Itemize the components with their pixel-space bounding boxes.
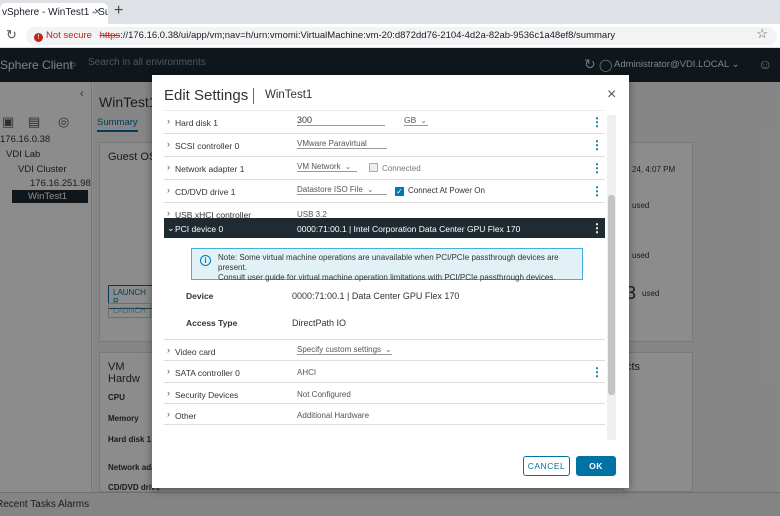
- chevron-right-icon[interactable]: ›: [167, 116, 170, 126]
- row-network-adapter: › Network adapter 1 VM Network ⌄ Connecte…: [164, 157, 605, 180]
- row-pci-device-expanded[interactable]: ⌄ PCI device 0 0000:71:00.1 | Intel Corp…: [164, 218, 605, 238]
- ok-button[interactable]: OK: [576, 456, 616, 476]
- access-type-value: DirectPath IO: [292, 318, 347, 328]
- row-video-card: › Video card Specify custom settings ⌄: [164, 340, 605, 361]
- bookmark-star-icon[interactable]: ☆: [756, 26, 768, 42]
- network-label: Network adapter 1: [175, 164, 245, 174]
- row-scsi-controller: › SCSI controller 0 VMware Paravirtual ⋮: [164, 134, 605, 157]
- row-actions-icon[interactable]: ⋮: [591, 115, 603, 129]
- reload-icon[interactable]: ↻: [6, 28, 17, 42]
- hard-disk-size-input[interactable]: 300: [297, 115, 385, 126]
- url-field[interactable]: ! Not secure https://176.16.0.38/ui/app/v…: [26, 27, 777, 45]
- connect-at-power-on-label: Connect At Power On: [408, 186, 485, 195]
- hard-disk-label: Hard disk 1: [175, 118, 218, 128]
- chevron-right-icon[interactable]: ›: [167, 366, 170, 376]
- browser-tab[interactable]: vSphere - WinTest1 - Summary ×: [0, 3, 108, 24]
- hard-disk-unit-value: GB: [404, 115, 417, 125]
- sata-label: SATA controller 0: [175, 368, 240, 378]
- note-line-1: Note: Some virtual machine operations ar…: [218, 253, 559, 272]
- connect-at-power-on-checkbox[interactable]: ✓ Connect At Power On: [395, 186, 485, 196]
- row-usb-controller: › USB xHCI controller USB 3.2: [164, 203, 605, 220]
- pci-value: 0000:71:00.1 | Intel Corporation Data Ce…: [297, 224, 521, 234]
- security-label: Not secure: [46, 30, 92, 41]
- address-bar-row: ↻ ! Not secure https://176.16.0.38/ui/app…: [0, 24, 780, 48]
- row-actions-icon[interactable]: ⋮: [591, 138, 603, 152]
- note-line-2: Consult user guide for virtual machine o…: [218, 273, 556, 282]
- network-select[interactable]: VM Network ⌄: [297, 162, 357, 172]
- row-sata-controller: › SATA controller 0 AHCI ⋮: [164, 361, 605, 383]
- info-icon: i: [200, 255, 211, 266]
- title-divider: [253, 88, 254, 104]
- hard-disk-unit-select[interactable]: GB ⌄: [404, 115, 428, 126]
- connected-checkbox[interactable]: Connected: [369, 163, 421, 173]
- video-label: Video card: [175, 347, 216, 357]
- scrollbar-thumb[interactable]: [608, 195, 615, 395]
- pci-label: PCI device 0: [175, 224, 224, 234]
- row-actions-icon[interactable]: ⋮: [591, 221, 603, 235]
- scsi-type-value: VMware Paravirtual: [297, 139, 367, 148]
- pci-device-details: i Note: Some virtual machine operations …: [164, 238, 605, 340]
- cddvd-type-select[interactable]: Datastore ISO File ⌄: [297, 185, 387, 195]
- hard-disk-size-value: 300: [297, 115, 313, 125]
- security-value: Not Configured: [297, 390, 351, 399]
- url-path: ://176.16.0.38/ui/app/vm;nav=h/urn:vmomi…: [120, 30, 616, 41]
- close-icon[interactable]: ×: [607, 87, 616, 103]
- new-tab-button[interactable]: +: [114, 3, 123, 19]
- tab-close-icon[interactable]: ×: [94, 7, 100, 18]
- edit-settings-dialog: Edit Settings WinTest1 × › Hard disk 1 3…: [152, 75, 629, 488]
- checkmark-icon: ✓: [395, 187, 404, 196]
- video-value: Specify custom settings: [297, 345, 382, 354]
- cddvd-label: CD/DVD drive 1: [175, 187, 236, 197]
- row-security-devices: › Security Devices Not Configured: [164, 383, 605, 404]
- chevron-right-icon[interactable]: ›: [167, 162, 170, 172]
- url-scheme: https: [99, 30, 121, 41]
- passthrough-note: i Note: Some virtual machine operations …: [191, 248, 583, 282]
- connected-label: Connected: [382, 164, 421, 173]
- device-label: Device: [186, 291, 214, 301]
- access-type-label: Access Type: [186, 318, 238, 328]
- row-cddvd-drive: › CD/DVD drive 1 Datastore ISO File ⌄ ✓ Co…: [164, 180, 605, 203]
- device-value: 0000:71:00.1 | Data Center GPU Flex 170: [292, 291, 460, 301]
- warning-icon: !: [34, 33, 43, 42]
- dialog-subtitle: WinTest1: [265, 89, 313, 101]
- chevron-right-icon[interactable]: ›: [167, 409, 170, 419]
- chevron-right-icon[interactable]: ›: [167, 208, 170, 218]
- network-value: VM Network: [297, 162, 341, 171]
- chevron-right-icon[interactable]: ›: [167, 139, 170, 149]
- other-label: Other: [175, 411, 197, 421]
- sata-value: AHCI: [297, 368, 317, 377]
- row-hard-disk: › Hard disk 1 300 GB ⌄ ⋮: [164, 111, 605, 134]
- row-other: › Other Additional Hardware: [164, 404, 605, 425]
- chevron-right-icon[interactable]: ›: [167, 345, 170, 355]
- chevron-down-icon[interactable]: ⌄: [167, 223, 175, 234]
- list-scrollbar[interactable]: [607, 115, 616, 440]
- dialog-title: Edit Settings: [164, 87, 249, 104]
- video-settings-select[interactable]: Specify custom settings ⌄: [297, 345, 392, 355]
- row-actions-icon[interactable]: ⋮: [591, 365, 603, 379]
- row-actions-icon[interactable]: ⋮: [591, 184, 603, 198]
- row-actions-icon[interactable]: ⋮: [591, 161, 603, 175]
- chevron-right-icon[interactable]: ›: [167, 388, 170, 398]
- chevron-right-icon[interactable]: ›: [167, 185, 170, 195]
- scsi-label: SCSI controller 0: [175, 141, 240, 151]
- checkbox-unchecked: [369, 163, 378, 172]
- tab-title: vSphere - WinTest1 - Summary: [2, 7, 108, 18]
- security-indicator[interactable]: ! Not secure: [29, 27, 97, 45]
- other-value: Additional Hardware: [297, 411, 370, 420]
- scsi-type-select[interactable]: VMware Paravirtual: [297, 139, 387, 149]
- cancel-button[interactable]: CANCEL: [523, 456, 570, 476]
- browser-tab-strip: vSphere - WinTest1 - Summary × +: [0, 0, 780, 24]
- virtual-hardware-list: › Hard disk 1 300 GB ⌄ ⋮ › SCSI controlle…: [164, 110, 605, 437]
- cddvd-type-value: Datastore ISO File: [297, 185, 363, 194]
- security-label: Security Devices: [175, 390, 239, 400]
